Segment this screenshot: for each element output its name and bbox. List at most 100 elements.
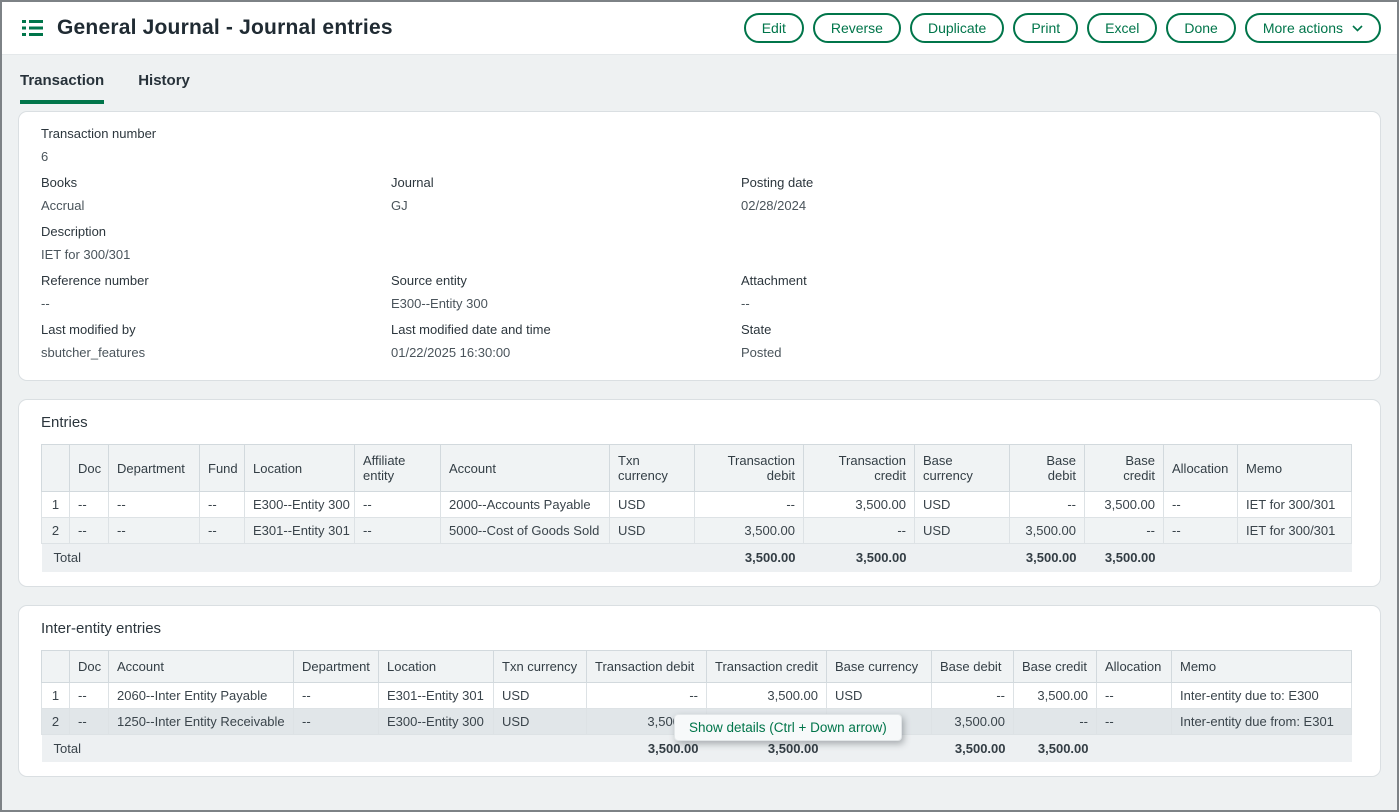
field-label: Transaction number (41, 126, 391, 141)
table-cell: 2000--Accounts Payable (441, 492, 610, 518)
table-cell: IET for 300/301 (1238, 492, 1352, 518)
done-button[interactable]: Done (1166, 13, 1235, 43)
app-window: General Journal - Journal entries EditRe… (0, 0, 1399, 812)
detail-field: Source entityE300--Entity 300 (391, 273, 741, 311)
column-header: Txn currency (610, 445, 695, 492)
table-cell: -- (294, 708, 379, 734)
details-grid: Transaction number6BooksAccrualJournalGJ… (41, 126, 1358, 360)
detail-field: DescriptionIET for 300/301 (41, 224, 391, 262)
total-empty-cell (379, 734, 494, 762)
table-cell: -- (804, 518, 915, 544)
field-value: GJ (391, 198, 741, 213)
table-header-row: DocDepartmentFundLocationAffiliate entit… (42, 445, 1352, 492)
total-value: 3,500.00 (804, 544, 915, 572)
total-value: 3,500.00 (1014, 734, 1097, 762)
column-header: Affiliate entity (355, 445, 441, 492)
print-button[interactable]: Print (1013, 13, 1078, 43)
field-label: Reference number (41, 273, 391, 288)
table-cell: E300--Entity 300 (379, 708, 494, 734)
table-row[interactable]: 2------E301--Entity 301--5000--Cost of G… (42, 518, 1352, 544)
table-cell: -- (1097, 682, 1172, 708)
column-header (42, 445, 70, 492)
journal-list-icon[interactable] (22, 19, 43, 37)
detail-field: Last modified bysbutcher_features (41, 322, 391, 360)
table-cell: Inter-entity due from: E301 (1172, 708, 1352, 734)
table-cell: 2 (42, 708, 70, 734)
field-label: Attachment (741, 273, 1358, 288)
table-cell: -- (70, 708, 109, 734)
tab-bar: Transaction History (2, 55, 1397, 104)
table-cell: -- (1014, 708, 1097, 734)
total-empty-cell (610, 544, 695, 572)
column-header: Transaction credit (707, 650, 827, 682)
total-empty-cell (1172, 734, 1352, 762)
field-label: Posting date (741, 175, 1358, 190)
excel-button[interactable]: Excel (1087, 13, 1157, 43)
table-cell: USD (827, 682, 932, 708)
field-value: sbutcher_features (41, 345, 391, 360)
table-cell: E300--Entity 300 (245, 492, 355, 518)
table-cell: USD (494, 708, 587, 734)
total-empty-cell (200, 544, 245, 572)
field-value: E300--Entity 300 (391, 296, 741, 311)
column-header: Location (245, 445, 355, 492)
table-cell: -- (70, 492, 109, 518)
column-header: Base credit (1085, 445, 1164, 492)
tab-history[interactable]: History (138, 72, 190, 104)
reverse-button[interactable]: Reverse (813, 13, 901, 43)
column-header: Transaction debit (587, 650, 707, 682)
button-label: More actions (1263, 20, 1343, 36)
table-cell: -- (70, 682, 109, 708)
table-cell: USD (494, 682, 587, 708)
table-cell: 3,500.00 (707, 682, 827, 708)
table-cell: -- (70, 518, 109, 544)
show-details-tooltip: Show details (Ctrl + Down arrow) (674, 714, 902, 741)
entries-panel: Entries DocDepartmentFundLocationAffilia… (18, 399, 1381, 587)
total-empty-cell (109, 544, 200, 572)
table-cell: -- (1010, 492, 1085, 518)
table-cell: 2060--Inter Entity Payable (109, 682, 294, 708)
field-value: 6 (41, 149, 391, 164)
total-empty-cell (1238, 544, 1352, 572)
duplicate-button[interactable]: Duplicate (910, 13, 1004, 43)
edit-button[interactable]: Edit (744, 13, 804, 43)
detail-field: JournalGJ (391, 175, 741, 213)
table-cell: -- (294, 682, 379, 708)
column-header: Allocation (1097, 650, 1172, 682)
field-value: Accrual (41, 198, 391, 213)
field-value: -- (41, 296, 391, 311)
table-cell: -- (200, 492, 245, 518)
button-label: Excel (1105, 20, 1139, 36)
field-label: Last modified date and time (391, 322, 741, 337)
more-actions-button[interactable]: More actions (1245, 13, 1381, 43)
table-cell: 1 (42, 682, 70, 708)
table-cell: E301--Entity 301 (379, 682, 494, 708)
table-cell: -- (1164, 518, 1238, 544)
field-value: Posted (741, 345, 1358, 360)
table-cell: 3,500.00 (1010, 518, 1085, 544)
column-header: Department (109, 445, 200, 492)
table-cell: 5000--Cost of Goods Sold (441, 518, 610, 544)
field-value: 01/22/2025 16:30:00 (391, 345, 741, 360)
inter-entity-title: Inter-entity entries (41, 620, 1358, 637)
total-value: 3,500.00 (932, 734, 1014, 762)
button-label: Print (1031, 20, 1060, 36)
button-label: Edit (762, 20, 786, 36)
field-label: State (741, 322, 1358, 337)
column-header (42, 650, 70, 682)
total-empty-cell (245, 544, 355, 572)
button-label: Done (1184, 20, 1217, 36)
button-label: Duplicate (928, 20, 986, 36)
column-header: Department (294, 650, 379, 682)
table-row[interactable]: 1------E300--Entity 300--2000--Accounts … (42, 492, 1352, 518)
table-cell: 1 (42, 492, 70, 518)
tab-transaction[interactable]: Transaction (20, 72, 104, 104)
detail-field: Transaction number 6 (41, 126, 391, 164)
table-cell: 2 (42, 518, 70, 544)
table-cell: -- (932, 682, 1014, 708)
detail-field: State Posted (741, 322, 1358, 360)
total-value: 3,500.00 (1085, 544, 1164, 572)
field-value: -- (741, 296, 1358, 311)
table-row[interactable]: 1--2060--Inter Entity Payable--E301--Ent… (42, 682, 1352, 708)
total-empty-cell (915, 544, 1010, 572)
